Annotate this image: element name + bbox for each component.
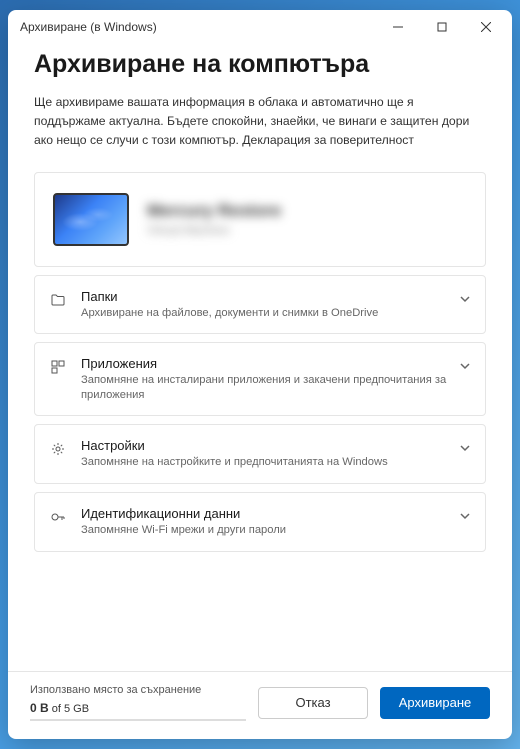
privacy-link[interactable]: Декларация за поверителност	[242, 133, 414, 147]
gear-icon	[49, 440, 67, 458]
cancel-button[interactable]: Отказ	[258, 687, 368, 719]
close-icon	[481, 22, 491, 32]
storage-indicator: Използвано място за съхранение 0 B of 5 …	[30, 684, 246, 721]
storage-label: Използвано място за съхранение	[30, 684, 246, 696]
section-title: Идентификационни данни	[81, 506, 471, 521]
close-button[interactable]	[464, 12, 508, 42]
section-desc: Запомняне на настройките и предпочитания…	[81, 455, 471, 470]
chevron-down-icon	[459, 509, 471, 527]
backup-button[interactable]: Архивиране	[380, 687, 490, 719]
chevron-down-icon	[459, 359, 471, 377]
section-text: Настройки Запомняне на настройките и пре…	[81, 438, 471, 470]
section-title: Настройки	[81, 438, 471, 453]
minimize-icon	[393, 22, 403, 32]
section-desc: Запомняне Wi-Fi мрежи и други пароли	[81, 523, 471, 538]
section-desc: Запомняне на инсталирани приложения и за…	[81, 373, 471, 402]
section-text: Идентификационни данни Запомняне Wi-Fi м…	[81, 506, 471, 538]
section-text: Приложения Запомняне на инсталирани прил…	[81, 356, 471, 402]
device-subtitle: Virtual Machine	[147, 223, 467, 237]
section-desc: Архивиране на файлове, документи и снимк…	[81, 306, 471, 321]
titlebar: Архивиране (в Windows)	[8, 10, 512, 44]
page-title: Архивиране на компютъра	[34, 50, 486, 79]
maximize-icon	[437, 22, 447, 32]
minimize-button[interactable]	[376, 12, 420, 42]
main-content: Архивиране на компютъра Ще архивираме ва…	[8, 44, 512, 671]
device-thumbnail	[53, 193, 129, 246]
section-text: Папки Архивиране на файлове, документи и…	[81, 289, 471, 321]
window-title: Архивиране (в Windows)	[20, 20, 376, 34]
window-controls	[376, 12, 508, 42]
maximize-button[interactable]	[420, 12, 464, 42]
section-apps[interactable]: Приложения Запомняне на инсталирани прил…	[34, 342, 486, 416]
device-card: Mercury Restore Virtual Machine	[34, 172, 486, 267]
footer: Използвано място за съхранение 0 B of 5 …	[8, 671, 512, 739]
section-settings[interactable]: Настройки Запомняне на настройките и пре…	[34, 424, 486, 484]
device-info: Mercury Restore Virtual Machine	[147, 201, 467, 237]
key-icon	[49, 508, 67, 526]
section-title: Приложения	[81, 356, 471, 371]
section-credentials[interactable]: Идентификационни данни Запомняне Wi-Fi м…	[34, 492, 486, 552]
section-title: Папки	[81, 289, 471, 304]
chevron-down-icon	[459, 292, 471, 310]
storage-bar	[30, 719, 246, 721]
page-description: Ще архивираме вашата информация в облака…	[34, 93, 486, 150]
chevron-down-icon	[459, 441, 471, 459]
section-folders[interactable]: Папки Архивиране на файлове, документи и…	[34, 275, 486, 335]
device-name: Mercury Restore	[147, 201, 467, 221]
apps-icon	[49, 358, 67, 376]
app-window: Архивиране (в Windows) Архивиране на ком…	[8, 10, 512, 739]
folder-icon	[49, 291, 67, 309]
storage-used: 0 B of 5 GB	[30, 701, 246, 715]
